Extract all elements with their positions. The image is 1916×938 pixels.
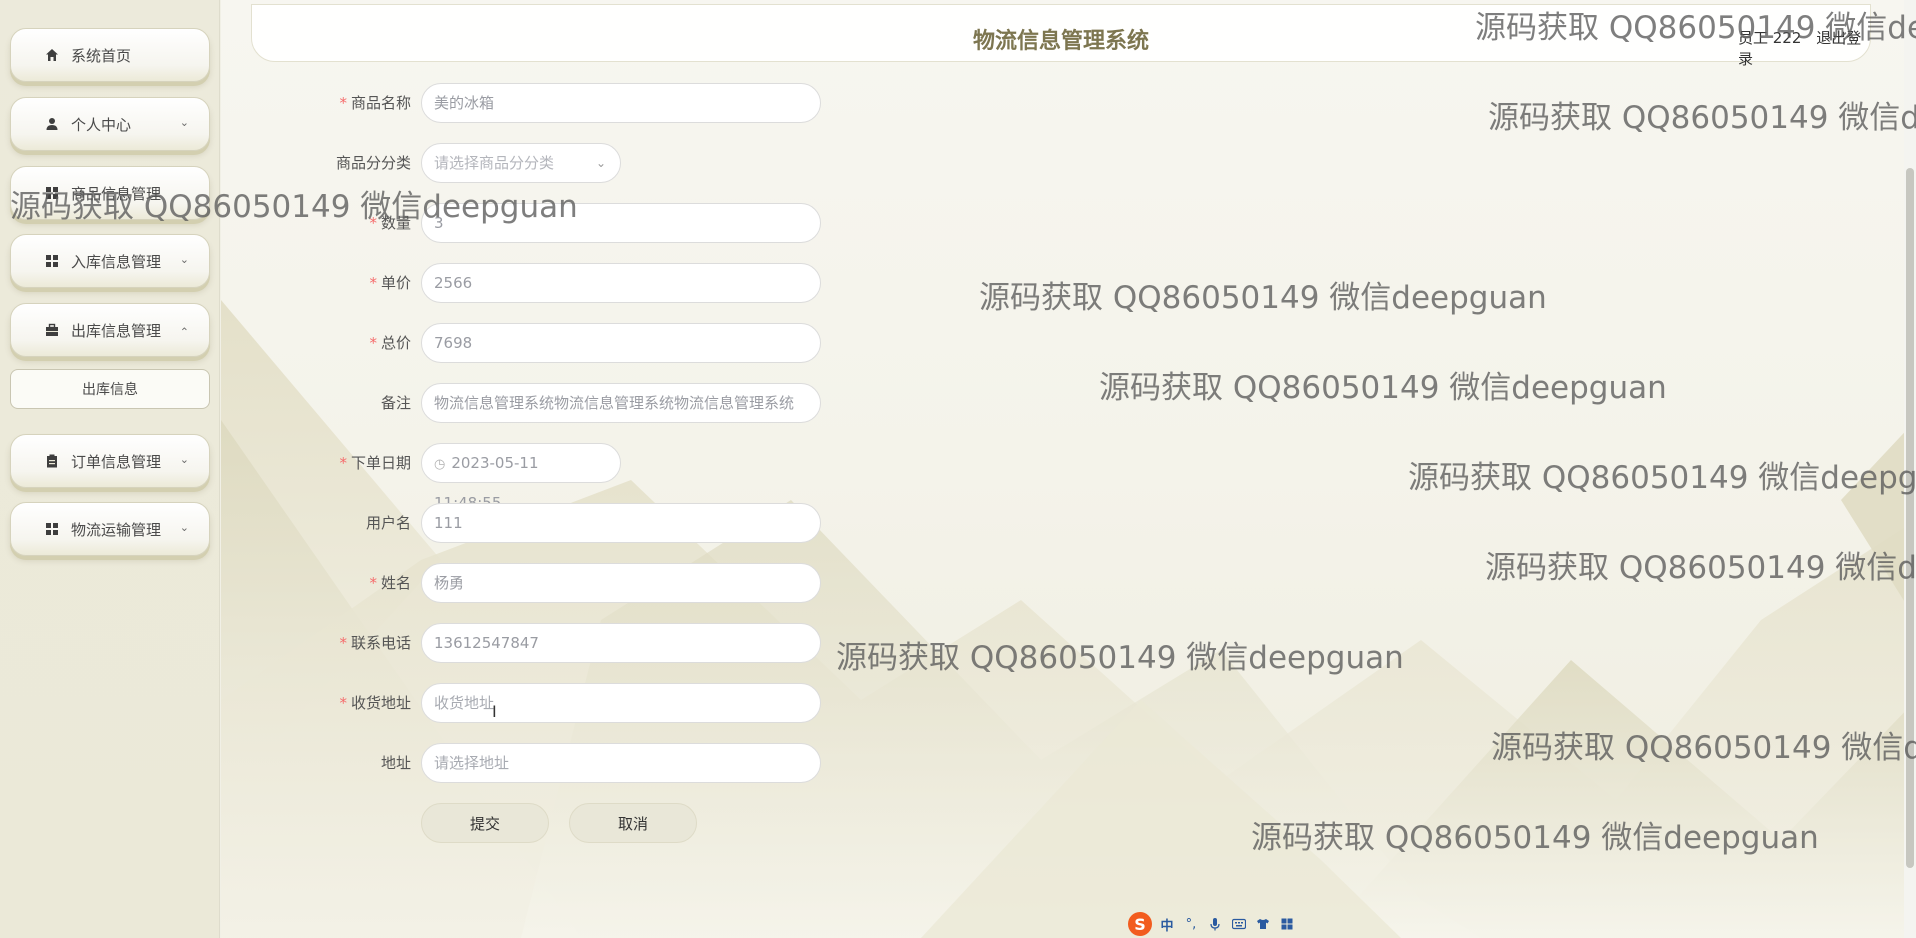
user-icon [43,115,61,133]
product-name-input[interactable]: 美的冰箱 [421,83,821,123]
scrollbar-thumb[interactable] [1906,168,1914,868]
chevron-down-icon: ⌄ [179,521,189,535]
chevron-up-icon: ⌃ [179,325,189,339]
label-username: 用户名 [365,514,411,532]
nav-product-info-label: 商品信息管理 [71,184,162,203]
grid-icon [43,252,61,270]
label-phone: * 联系电话 [339,634,411,652]
ime-language-toggle[interactable]: 中 [1158,915,1176,934]
phone-input[interactable]: 13612547847 [421,623,821,663]
vertical-scrollbar[interactable] [1904,0,1916,938]
chevron-down-icon: ⌄ [179,253,189,267]
label-name: * 姓名 [369,574,411,592]
label-quantity: * 数量 [369,214,411,232]
microphone-icon[interactable] [1206,915,1224,933]
nav-outbound-label: 出库信息管理 [71,321,162,340]
total-price-input[interactable]: 7698 [421,323,821,363]
punctuation-icon[interactable]: °, [1182,915,1200,933]
ime-toolbar: S 中 °, [1128,912,1296,936]
grid-icon [43,520,61,538]
text-cursor-icon: I [492,702,497,721]
nav-product-info-button[interactable]: 商品信息管理 [10,166,210,220]
current-user: 员工 222 [1738,29,1802,47]
form-row-username: 用户名 111 [221,503,1121,543]
label-shipping-address: * 收货地址 [339,694,411,712]
nav-order-info-label: 订单信息管理 [71,452,162,471]
nav-home-label: 系统首页 [71,46,132,65]
label-unit-price: * 单价 [369,274,411,292]
nav-logistics-button[interactable]: 物流运输管理 ⌄ [10,502,210,556]
skin-shirt-icon[interactable] [1254,915,1272,933]
label-remark: 备注 [380,394,411,412]
form-row-name: * 姓名 杨勇 [221,563,1121,603]
category-placeholder: 请选择商品分分类 [434,154,555,172]
label-address: 地址 [380,754,411,772]
category-select[interactable]: 请选择商品分分类 ⌄ [421,143,621,183]
keyboard-icon[interactable] [1230,915,1248,933]
form-row-order-date: *下单日期 ◷2023-05-11 11:48:55 [221,443,1121,512]
ime-logo-icon[interactable]: S [1128,912,1152,936]
label-product-name: * 商品名称 [339,94,411,112]
cancel-button[interactable]: 取消 [569,803,697,843]
name-input[interactable]: 杨勇 [421,563,821,603]
nav-inbound-button[interactable]: 入库信息管理 ⌄ [10,234,210,288]
clock-icon: ◷ [434,457,446,472]
briefcase-icon [43,321,61,339]
sidebar: 系统首页 个人中心 ⌄ 商品信息管理 入库信息管理 ⌄ 出库信息管理 ⌃ 出库信… [0,0,220,938]
top-header-bar: 物流信息管理系统 员工 222 退出登录 [251,4,1871,68]
form-row-address: 地址 请选择地址 [221,743,1121,783]
order-date-picker[interactable]: ◷2023-05-11 11:48:55 [421,443,621,512]
chevron-down-icon: ⌄ [595,156,606,170]
shipping-address-input[interactable]: 收货地址 [421,683,821,723]
nav-logistics-label: 物流运输管理 [71,520,162,539]
main-content: 物流信息管理系统 员工 222 退出登录 * 商品名称 美的冰箱 商品分分类 请选… [221,0,1916,938]
label-total-price: * 总价 [369,334,411,352]
address-input[interactable]: 请选择地址 [421,743,821,783]
form-row-phone: * 联系电话 13612547847 [221,623,1121,663]
form-row-unit-price: * 单价 2566 [221,263,1121,303]
chevron-down-icon: ⌄ [179,116,189,130]
apps-grid-icon[interactable] [1278,915,1296,933]
nav-outbound-button[interactable]: 出库信息管理 ⌃ [10,303,210,357]
nav-inbound-label: 入库信息管理 [71,252,162,271]
form-row-remark: 备注 物流信息管理系统物流信息管理系统物流信息管理系统 [221,383,1121,423]
form-row-total-price: * 总价 7698 [221,323,1121,363]
unit-price-input[interactable]: 2566 [421,263,821,303]
clipboard-icon [43,452,61,470]
nav-order-info-button[interactable]: 订单信息管理 ⌄ [10,434,210,488]
nav-personal-center-button[interactable]: 个人中心 ⌄ [10,97,210,151]
form-row-category: 商品分分类 请选择商品分分类 ⌄ [221,143,1121,183]
username-input[interactable]: 111 [421,503,821,543]
quantity-input[interactable]: 3 [421,203,821,243]
grid-icon [43,184,61,202]
form-row-shipping-address: * 收货地址 收货地址 [221,683,1121,723]
home-icon [43,46,61,64]
form-row-quantity: * 数量 3 [221,203,1121,243]
form-actions: 提交 取消 [221,803,1121,843]
user-info: 员工 222 退出登录 [1738,27,1870,69]
nav-personal-center-label: 个人中心 [71,115,132,134]
label-category: 商品分分类 [335,154,411,172]
nav-outbound-info-subitem[interactable]: 出库信息 [10,369,210,409]
system-title: 物流信息管理系统 [972,29,1149,54]
submit-button[interactable]: 提交 [421,803,549,843]
form-row-product-name: * 商品名称 美的冰箱 [221,83,1121,123]
chevron-down-icon: ⌄ [179,453,189,467]
remark-input[interactable]: 物流信息管理系统物流信息管理系统物流信息管理系统 [421,383,821,423]
label-order-date: * 下单日期 [339,454,411,472]
nav-home-button[interactable]: 系统首页 [10,28,210,82]
